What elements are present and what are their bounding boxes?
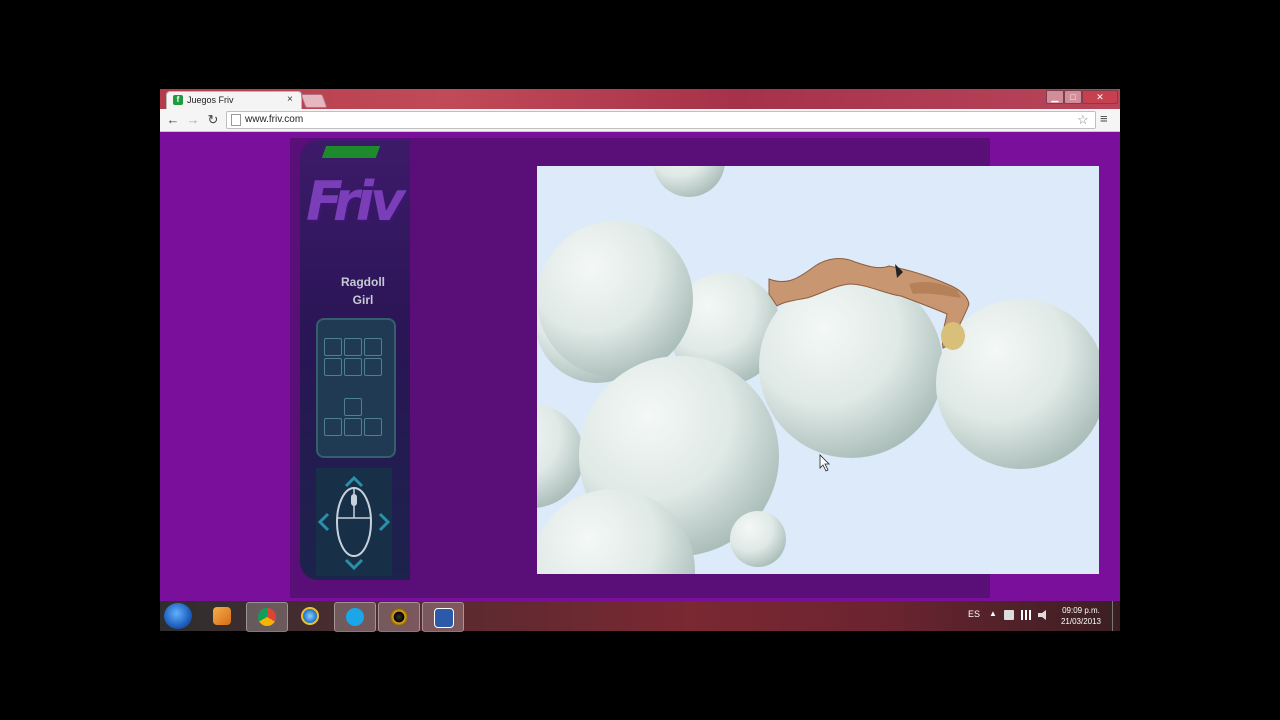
game-title-line2: Girl xyxy=(352,293,374,307)
taskbar-word[interactable] xyxy=(422,602,464,632)
key-icon xyxy=(344,338,362,356)
key-icon xyxy=(364,358,382,376)
page-content: Friv Ragdoll Girl xyxy=(160,132,1120,601)
battery-icon[interactable] xyxy=(1004,610,1014,620)
taskbar-internet-explorer[interactable] xyxy=(290,602,330,630)
sphere xyxy=(537,404,584,508)
new-tab-button[interactable] xyxy=(300,94,328,108)
network-icon[interactable] xyxy=(1021,610,1031,620)
forward-button[interactable]: → xyxy=(184,111,202,129)
game-title: Ragdoll Girl xyxy=(318,273,408,309)
keyboard-controls-panel xyxy=(316,318,396,458)
taskbar-audio-app[interactable] xyxy=(378,602,420,632)
browser-window: f Juegos Friv × ▁ □ ✕ ← → ↻ www.friv.com… xyxy=(160,89,1120,601)
skype-icon xyxy=(346,608,364,626)
reload-button[interactable]: ↻ xyxy=(204,111,222,129)
language-indicator[interactable]: ES xyxy=(968,609,980,619)
show-desktop-button[interactable] xyxy=(1112,601,1121,631)
bookmark-star-icon[interactable]: ☆ xyxy=(1077,112,1089,128)
key-icon xyxy=(324,338,342,356)
volume-icon[interactable] xyxy=(1038,610,1046,620)
game-title-line1: Ragdoll xyxy=(341,275,385,289)
page-icon xyxy=(231,114,241,126)
chrome-icon xyxy=(258,608,276,626)
audio-app-icon xyxy=(390,608,408,626)
friv-favicon-icon: f xyxy=(173,95,183,105)
taskbar-media-player[interactable] xyxy=(202,602,242,630)
url-text: www.friv.com xyxy=(245,114,304,125)
clock-time: 09:09 p.m. xyxy=(1062,606,1100,615)
clock-date: 21/03/2013 xyxy=(1060,617,1102,626)
back-arrow-icon[interactable] xyxy=(321,146,381,158)
key-icon xyxy=(364,338,382,356)
title-bar: f Juegos Friv × ▁ □ ✕ xyxy=(160,89,1120,110)
chrome-menu-icon[interactable]: ≡ xyxy=(1100,111,1108,126)
ragdoll-scene xyxy=(537,166,1099,574)
sphere xyxy=(653,166,725,197)
tab-juegos-friv[interactable]: f Juegos Friv × xyxy=(166,91,302,110)
minimize-button[interactable]: ▁ xyxy=(1046,90,1064,104)
tray-expand-icon[interactable]: ▲ xyxy=(989,609,997,618)
friv-logo[interactable]: Friv xyxy=(306,170,405,233)
key-icon xyxy=(324,358,342,376)
game-side-panel: Friv Ragdoll Girl xyxy=(300,140,410,580)
system-clock[interactable]: 09:09 p.m. 21/03/2013 xyxy=(1056,605,1106,627)
arrow-key-down-icon xyxy=(344,418,362,436)
taskbar-chrome[interactable] xyxy=(246,602,288,632)
sphere xyxy=(537,221,693,377)
maximize-button[interactable]: □ xyxy=(1064,90,1082,104)
back-button[interactable]: ← xyxy=(164,111,182,129)
close-window-button[interactable]: ✕ xyxy=(1082,90,1118,104)
internet-explorer-icon xyxy=(301,607,319,625)
taskbar: ES ▲ 09:09 p.m. 21/03/2013 xyxy=(160,601,1121,632)
tab-close-button[interactable]: × xyxy=(287,94,293,105)
tab-title: Juegos Friv xyxy=(187,95,234,105)
browser-toolbar: ← → ↻ www.friv.com ☆ ≡ xyxy=(160,109,1120,132)
key-icon xyxy=(344,358,362,376)
game-canvas[interactable] xyxy=(537,166,1099,574)
sphere xyxy=(730,511,786,567)
arrow-key-right-icon xyxy=(364,418,382,436)
game-wrapper: Friv Ragdoll Girl xyxy=(290,138,1099,598)
mouse-controls-panel xyxy=(316,468,392,576)
media-player-icon xyxy=(213,607,231,625)
start-orb-icon[interactable] xyxy=(164,603,192,629)
sphere xyxy=(936,299,1099,469)
address-bar[interactable]: www.friv.com ☆ xyxy=(226,111,1096,129)
word-icon xyxy=(434,608,454,628)
mouse-cursor-icon xyxy=(819,454,830,472)
taskbar-skype[interactable] xyxy=(334,602,376,632)
arrow-key-left-icon xyxy=(324,418,342,436)
mouse-icon xyxy=(317,475,391,571)
arrow-key-up-icon xyxy=(344,398,362,416)
